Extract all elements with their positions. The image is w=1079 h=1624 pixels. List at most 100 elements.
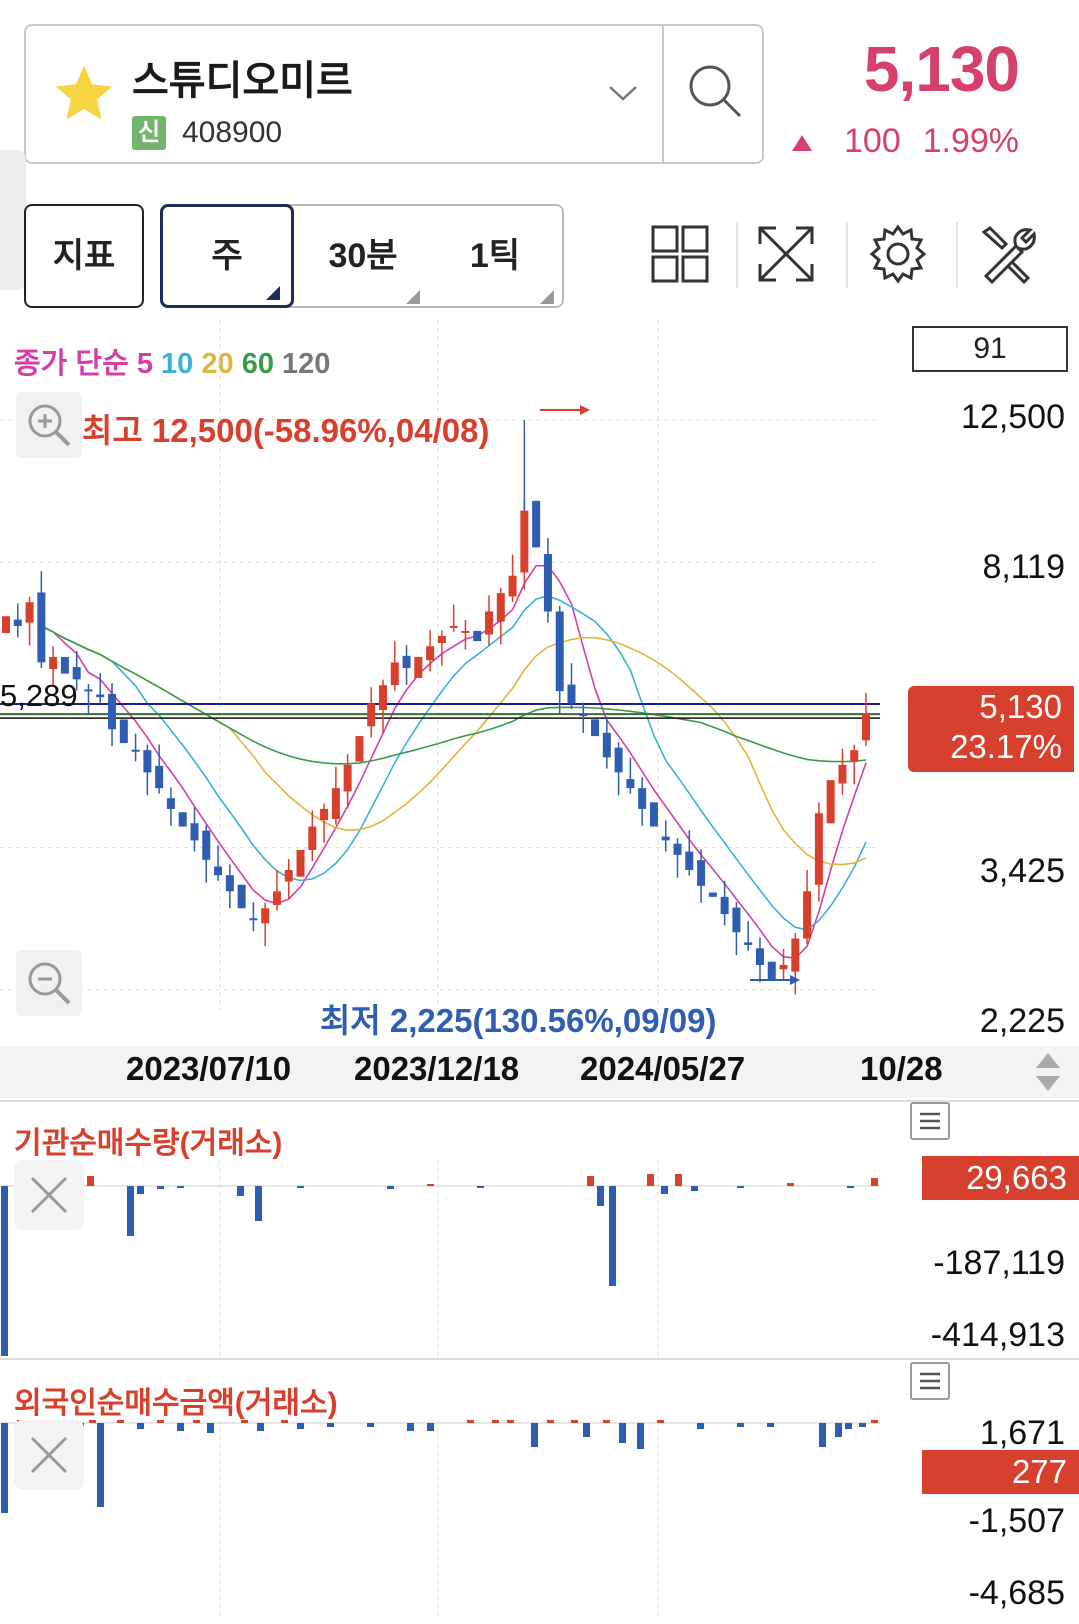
axis-scroll-icon[interactable] — [1032, 1050, 1064, 1094]
volume-bar — [177, 1423, 184, 1431]
new-listing-badge: 신 — [132, 116, 166, 150]
candle-body — [2, 616, 10, 634]
volume-bar — [407, 1423, 414, 1431]
divider — [0, 1358, 1079, 1360]
candle-body — [378, 685, 387, 711]
candle-body — [591, 719, 600, 737]
foreign-bar-chart[interactable] — [0, 1420, 910, 1620]
candle-body — [272, 891, 281, 905]
y-tick-label: 1,671 — [979, 1414, 1065, 1452]
indicator-button[interactable]: 지표 — [24, 204, 144, 308]
close-icon — [30, 1436, 68, 1474]
volume-bar — [427, 1423, 434, 1431]
gear-icon[interactable] — [866, 222, 930, 286]
candle-body — [13, 619, 22, 626]
volume-bar — [547, 1420, 554, 1423]
y-tick-label: -1,507 — [968, 1502, 1065, 1540]
volume-bar — [819, 1423, 826, 1447]
institution-panel-menu-button[interactable] — [910, 1102, 950, 1140]
volume-bar — [127, 1186, 134, 1236]
volume-bar — [477, 1186, 484, 1188]
institution-panel-close-button[interactable] — [14, 1160, 84, 1230]
candle-body — [237, 884, 246, 909]
dropdown-corner-icon — [406, 290, 420, 304]
candle-body — [426, 646, 435, 661]
close-icon — [30, 1176, 68, 1214]
volume-bar — [327, 1423, 334, 1427]
stock-selector[interactable]: 스튜디오미르 신 408900 — [24, 24, 764, 164]
candle-count-box[interactable]: 91 — [912, 326, 1068, 372]
side-drawer-handle[interactable] — [0, 150, 26, 290]
divider — [956, 222, 958, 288]
x-tick-label: 2023/07/10 — [126, 1050, 292, 1087]
volume-bar — [847, 1186, 854, 1188]
y-tick-label: 2,225 — [979, 1002, 1065, 1040]
candle-body — [320, 808, 329, 820]
candle-body — [390, 662, 399, 686]
candle-body — [614, 747, 623, 773]
volume-bar — [637, 1423, 644, 1449]
candle-body — [25, 602, 34, 623]
foreign-panel-menu-button[interactable] — [910, 1362, 950, 1400]
expand-icon[interactable] — [754, 222, 818, 286]
volume-bar — [657, 1420, 664, 1423]
candle-body — [555, 611, 564, 692]
star-icon[interactable] — [50, 60, 118, 128]
zoom-out-button[interactable] — [16, 950, 82, 1016]
reference-price-label: 5,289 — [0, 678, 78, 713]
candle-body — [720, 896, 729, 915]
volume-bar — [367, 1423, 374, 1427]
y-tick-label: -414,913 — [930, 1316, 1065, 1354]
tools-icon[interactable] — [976, 222, 1040, 286]
volume-bar — [571, 1420, 578, 1423]
candle-body — [449, 625, 458, 628]
foreign-panel-close-button[interactable] — [14, 1420, 84, 1490]
candle-body — [249, 918, 258, 921]
volume-bar — [531, 1423, 538, 1447]
volume-bar — [177, 1186, 184, 1188]
candle-body — [626, 779, 635, 789]
volume-bar — [767, 1423, 774, 1427]
volume-bar — [237, 1186, 244, 1196]
candle-body — [60, 656, 69, 674]
volume-bar — [871, 1178, 878, 1186]
volume-bar — [281, 1420, 288, 1423]
candle-body — [543, 554, 552, 612]
ma-20-line — [40, 625, 867, 866]
candle-body — [49, 656, 58, 670]
chevron-down-icon[interactable] — [606, 81, 640, 105]
candle-body — [508, 575, 517, 597]
candle-body — [673, 843, 682, 855]
search-icon — [689, 65, 742, 118]
candle-body — [261, 908, 270, 924]
volume-bar — [845, 1423, 852, 1429]
candle-body — [214, 866, 223, 876]
zoom-in-button[interactable] — [16, 392, 82, 458]
candle-body — [178, 812, 187, 827]
candle-body — [202, 830, 211, 860]
current-price-tag-rate: 23.17% — [950, 728, 1062, 765]
up-triangle-icon — [792, 135, 812, 151]
layout-grid-icon[interactable] — [650, 224, 710, 284]
y-tick-label: 8,119 — [982, 548, 1065, 586]
volume-bar — [737, 1186, 744, 1188]
volume-bar — [583, 1423, 590, 1437]
price-change: 100 — [844, 122, 901, 160]
institution-bar-chart[interactable] — [0, 1160, 910, 1360]
volume-bar — [1, 1423, 8, 1513]
current-price-tag-value: 5,130 — [979, 688, 1062, 725]
volume-bar — [737, 1423, 744, 1427]
candle-body — [343, 764, 352, 792]
candle-body — [779, 964, 788, 970]
stock-name[interactable]: 스튜디오미르 — [132, 48, 353, 106]
candle-body — [850, 750, 859, 762]
candle-body — [697, 860, 706, 886]
volume-bar — [871, 1420, 878, 1423]
volume-bar — [619, 1423, 626, 1443]
candle-body — [437, 635, 446, 643]
candle-body — [485, 611, 494, 635]
volume-bar — [1, 1186, 8, 1356]
candle-body — [708, 892, 717, 897]
price-change-rate: 1.99% — [922, 122, 1019, 160]
search-button[interactable] — [664, 26, 764, 162]
